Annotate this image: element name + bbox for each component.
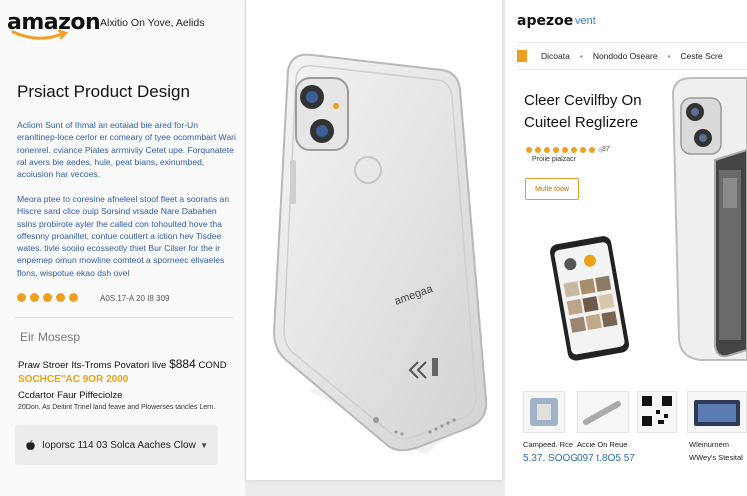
amazon-smile-icon [11,30,69,40]
options-heading: Ccdartor Faur Piffeciolze [18,390,123,401]
thumbnail-4[interactable] [687,391,747,433]
star-icon [30,293,39,302]
thumbnail-price: 5.37. SOOG [523,453,579,464]
accessory-icon [530,398,558,426]
product-info-panel: amazon Alxitio On Yove, Aelids Prsiact P… [0,0,245,496]
star-icon [69,293,78,302]
thumbnail-label: Accie On Reue [577,440,628,449]
page-title: Prsiact Product Design [17,82,190,101]
thumbnail-price: WWey's Stesital [689,453,743,462]
star-icon [17,293,26,302]
price-amount: $884 [169,357,196,371]
chevron-down-icon: ▼ [200,440,208,450]
star-icon [43,293,52,302]
cable-icon [583,401,621,425]
star-icon [56,293,65,302]
variant-selected-value: Ioporsc 114 03 Solca Aaches Clow [42,439,196,451]
listing-preview-panel: apezoe vent Dicoata • Nondodo Oseare • C… [505,0,747,496]
description-paragraph-2: Meora ptee to coresine afneleel stoof fl… [17,194,230,278]
description-paragraph: Acliom Sunt of Ihmal an eotaiad bie ared… [17,120,236,180]
tablet-icon [694,400,740,426]
thumbnail-label: Wleinurnem [689,440,730,449]
options-note: 20Don. As Deitint Trinel land feave and … [18,404,216,411]
apple-icon [26,439,35,450]
price-prefix: Praw Stroer Its-Troms Povatori live [18,360,167,371]
qr-code-icon [642,396,672,426]
price-line: Praw Stroer Its-Troms Povatori live $884… [18,357,227,371]
thumbnail-1[interactable] [523,391,565,433]
rating-stars[interactable] [17,293,78,302]
phone-case-image: amegaa [272,53,488,455]
variant-dropdown[interactable]: Ioporsc 114 03 Solca Aaches Clow ▼ [15,425,218,465]
thumbnail-2[interactable] [577,391,629,433]
thumbnail-label: Campeed. Rce [523,440,574,449]
price-note: SOCHCE"AC 9OR 2000 [18,374,129,385]
divider [15,317,233,318]
section-heading: Eir Mosesp [20,330,81,344]
hero-phone-images [550,77,747,361]
header-tagline: Alxitio On Yove, Aelids [100,17,205,29]
price-suffix: COND [198,360,227,371]
rating-count[interactable]: A0S.17-A 20 I8 309 [100,294,169,303]
thumbnail-qr[interactable] [637,391,677,433]
thumbnail-price: 097 t.8O5 57 [577,453,635,464]
product-image-card[interactable]: amegaa [246,0,502,480]
